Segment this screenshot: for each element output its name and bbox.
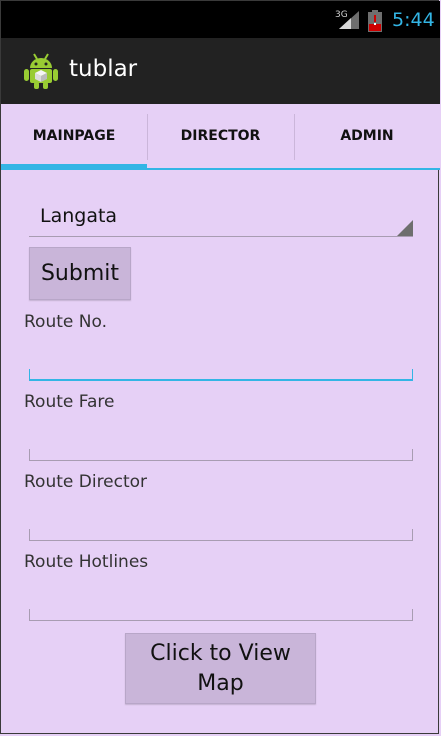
route-director-label: Route Director xyxy=(24,472,148,492)
tab-director[interactable]: DIRECTOR xyxy=(147,104,294,168)
android-robot-icon[interactable] xyxy=(23,52,59,90)
submit-button[interactable]: Submit xyxy=(29,247,131,300)
dropdown-arrow-icon xyxy=(397,220,413,236)
view-map-button[interactable]: Click to View Map xyxy=(125,633,316,704)
action-bar: tublar xyxy=(1,38,440,104)
tab-bar: MAINPAGE DIRECTOR ADMIN xyxy=(1,104,440,170)
route-fare-field[interactable] xyxy=(29,449,413,461)
route-director-field[interactable] xyxy=(29,529,413,541)
route-no-field[interactable] xyxy=(29,369,413,381)
tab-label: MAINPAGE xyxy=(32,128,116,144)
route-no-label: Route No. xyxy=(24,312,107,332)
route-fare-label: Route Fare xyxy=(24,392,115,412)
tab-label: DIRECTOR xyxy=(180,128,261,144)
status-bar: 3G 5:44 xyxy=(1,1,440,38)
tab-mainpage[interactable]: MAINPAGE xyxy=(1,104,147,170)
battery-low-icon xyxy=(368,10,382,32)
app-title: tublar xyxy=(69,56,138,82)
location-spinner[interactable]: Langata xyxy=(29,196,413,237)
tab-label: ADMIN xyxy=(340,128,394,144)
tab-admin[interactable]: ADMIN xyxy=(294,104,440,168)
clock-time: 5:44 xyxy=(392,9,435,31)
selected-tab-indicator xyxy=(1,164,147,170)
view-map-button-label: Click to View Map xyxy=(150,640,291,696)
spinner-selected-value: Langata xyxy=(40,205,118,227)
signal-strength-icon xyxy=(339,11,359,29)
route-hotlines-field[interactable] xyxy=(29,609,413,621)
route-hotlines-label: Route Hotlines xyxy=(24,552,149,572)
